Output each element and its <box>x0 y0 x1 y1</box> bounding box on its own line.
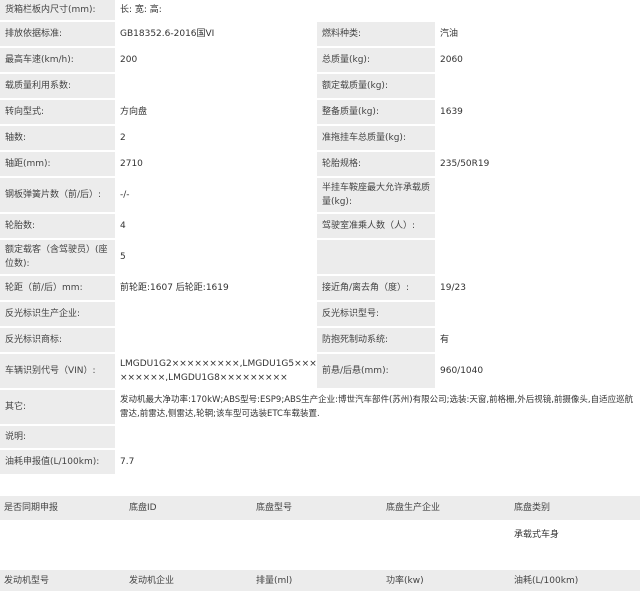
fuel-value: 7.7 <box>115 450 640 474</box>
chassis-value-row: 承载式车身 <box>0 522 640 548</box>
label-cell: 半挂车鞍座最大允许承载质量(kg): <box>317 178 435 212</box>
label-cell: 燃料种类: <box>317 22 435 46</box>
value-cell <box>435 302 640 326</box>
spacer-row <box>0 550 640 568</box>
value-cell: 前轮距:1607 后轮距:1619 <box>115 276 317 300</box>
label-cell: 其它: <box>0 390 115 424</box>
label-cell: 反光标识商标: <box>0 328 115 352</box>
label-cell: 前悬/后悬(mm): <box>317 354 435 388</box>
table-row: 轴距(mm): 2710 轮胎规格: 235/50R19 <box>0 152 640 176</box>
header-cell: 功率(kw) <box>382 570 510 591</box>
table-row: 轮胎数: 4 驾驶室准乘人数（人）: <box>0 214 640 238</box>
other-value: 发动机最大净功率:170kW;ABS型号:ESP9;ABS生产企业:博世汽车部件… <box>115 390 640 424</box>
table-row: 最高车速(km/h): 200 总质量(kg): 2060 <box>0 48 640 72</box>
note-value <box>115 426 640 448</box>
label-cell: 反光标识生产企业: <box>0 302 115 326</box>
table-row: 转向型式: 方向盘 整备质量(kg): 1639 <box>0 100 640 124</box>
label-cell: 钢板弹簧片数（前/后）: <box>0 178 115 212</box>
value-cell <box>435 214 640 238</box>
value-cell: 5 <box>115 240 317 274</box>
value-cell <box>125 522 252 548</box>
fuel-row: 油耗申报值(L/100km): 7.7 <box>0 450 640 474</box>
label-cell: 说明: <box>0 426 115 448</box>
value-cell <box>435 126 640 150</box>
label-cell: 额定载客（含驾驶员）(座位数): <box>0 240 115 274</box>
table-row: 额定载客（含驾驶员）(座位数): 5 <box>0 240 640 274</box>
table-row: 排放依据标准: GB18352.6-2016国VI 燃料种类: 汽油 <box>0 22 640 46</box>
value-cell <box>115 328 317 352</box>
label-cell: 排放依据标准: <box>0 22 115 46</box>
label-cell: 轮胎规格: <box>317 152 435 176</box>
table-row: 货箱栏板内尺寸(mm): 长: 宽: 高: <box>0 0 640 20</box>
value-cell: 960/1040 <box>435 354 640 388</box>
value-cell: 承载式车身 <box>510 522 640 548</box>
note-row: 说明: <box>0 426 640 448</box>
value-cell <box>382 522 510 548</box>
value-cell: 长: 宽: 高: <box>115 0 640 20</box>
value-cell: 2060 <box>435 48 640 72</box>
value-cell: 19/23 <box>435 276 640 300</box>
value-cell: 4 <box>115 214 317 238</box>
label-cell: 油耗申报值(L/100km): <box>0 450 115 474</box>
header-cell: 发动机企业 <box>125 570 252 591</box>
value-cell: 235/50R19 <box>435 152 640 176</box>
label-cell: 总质量(kg): <box>317 48 435 72</box>
header-cell: 是否同期申报 <box>0 496 125 520</box>
value-cell: 汽油 <box>435 22 640 46</box>
label-cell: 载质量利用系数: <box>0 74 115 98</box>
value-cell: -/- <box>115 178 317 212</box>
value-cell <box>435 74 640 98</box>
table-row: 轮距（前/后）mm: 前轮距:1607 后轮距:1619 接近角/离去角（度）:… <box>0 276 640 300</box>
value-cell: 方向盘 <box>115 100 317 124</box>
value-cell <box>115 74 317 98</box>
table-row: 轴数: 2 准拖挂车总质量(kg): <box>0 126 640 150</box>
table-row: 车辆识别代号（VIN）: LMGDU1G2×××××××××,LMGDU1G5×… <box>0 354 640 388</box>
label-cell <box>317 240 435 274</box>
engine-header-row: 发动机型号 发动机企业 排量(ml) 功率(kw) 油耗(L/100km) <box>0 570 640 591</box>
header-cell: 底盘ID <box>125 496 252 520</box>
header-cell: 发动机型号 <box>0 570 125 591</box>
other-row: 其它: 发动机最大净功率:170kW;ABS型号:ESP9;ABS生产企业:博世… <box>0 390 640 424</box>
label-cell: 轮胎数: <box>0 214 115 238</box>
table-row: 载质量利用系数: 额定载质量(kg): <box>0 74 640 98</box>
value-cell: GB18352.6-2016国VI <box>115 22 317 46</box>
value-cell: 200 <box>115 48 317 72</box>
label-cell: 反光标识型号: <box>317 302 435 326</box>
table-row: 反光标识商标: 防抱死制动系统: 有 <box>0 328 640 352</box>
label-cell: 最高车速(km/h): <box>0 48 115 72</box>
value-cell <box>435 178 640 212</box>
value-cell: 2710 <box>115 152 317 176</box>
header-cell: 排量(ml) <box>252 570 382 591</box>
chassis-header-row: 是否同期申报 底盘ID 底盘型号 底盘生产企业 底盘类别 <box>0 496 640 520</box>
value-cell <box>252 522 382 548</box>
vin-value: LMGDU1G2×××××××××,LMGDU1G5×××××××××,LMGD… <box>115 354 317 388</box>
label-cell: 转向型式: <box>0 100 115 124</box>
label-cell: 驾驶室准乘人数（人）: <box>317 214 435 238</box>
value-cell <box>0 522 125 548</box>
label-cell: 额定载质量(kg): <box>317 74 435 98</box>
header-cell: 底盘型号 <box>252 496 382 520</box>
label-cell: 轮距（前/后）mm: <box>0 276 115 300</box>
value-cell: 有 <box>435 328 640 352</box>
label-cell: 防抱死制动系统: <box>317 328 435 352</box>
label-cell: 接近角/离去角（度）: <box>317 276 435 300</box>
label-cell: 准拖挂车总质量(kg): <box>317 126 435 150</box>
header-cell: 底盘生产企业 <box>382 496 510 520</box>
label-cell: 轴数: <box>0 126 115 150</box>
table-row: 反光标识生产企业: 反光标识型号: <box>0 302 640 326</box>
table-row: 钢板弹簧片数（前/后）: -/- 半挂车鞍座最大允许承载质量(kg): <box>0 178 640 212</box>
value-cell <box>115 302 317 326</box>
section-gap <box>0 474 640 494</box>
value-cell: 1639 <box>435 100 640 124</box>
header-cell: 油耗(L/100km) <box>510 570 640 591</box>
label-cell: 货箱栏板内尺寸(mm): <box>0 0 115 20</box>
label-cell: 车辆识别代号（VIN）: <box>0 354 115 388</box>
label-cell: 整备质量(kg): <box>317 100 435 124</box>
value-cell: 2 <box>115 126 317 150</box>
label-cell: 轴距(mm): <box>0 152 115 176</box>
value-cell <box>435 240 640 274</box>
header-cell: 底盘类别 <box>510 496 640 520</box>
